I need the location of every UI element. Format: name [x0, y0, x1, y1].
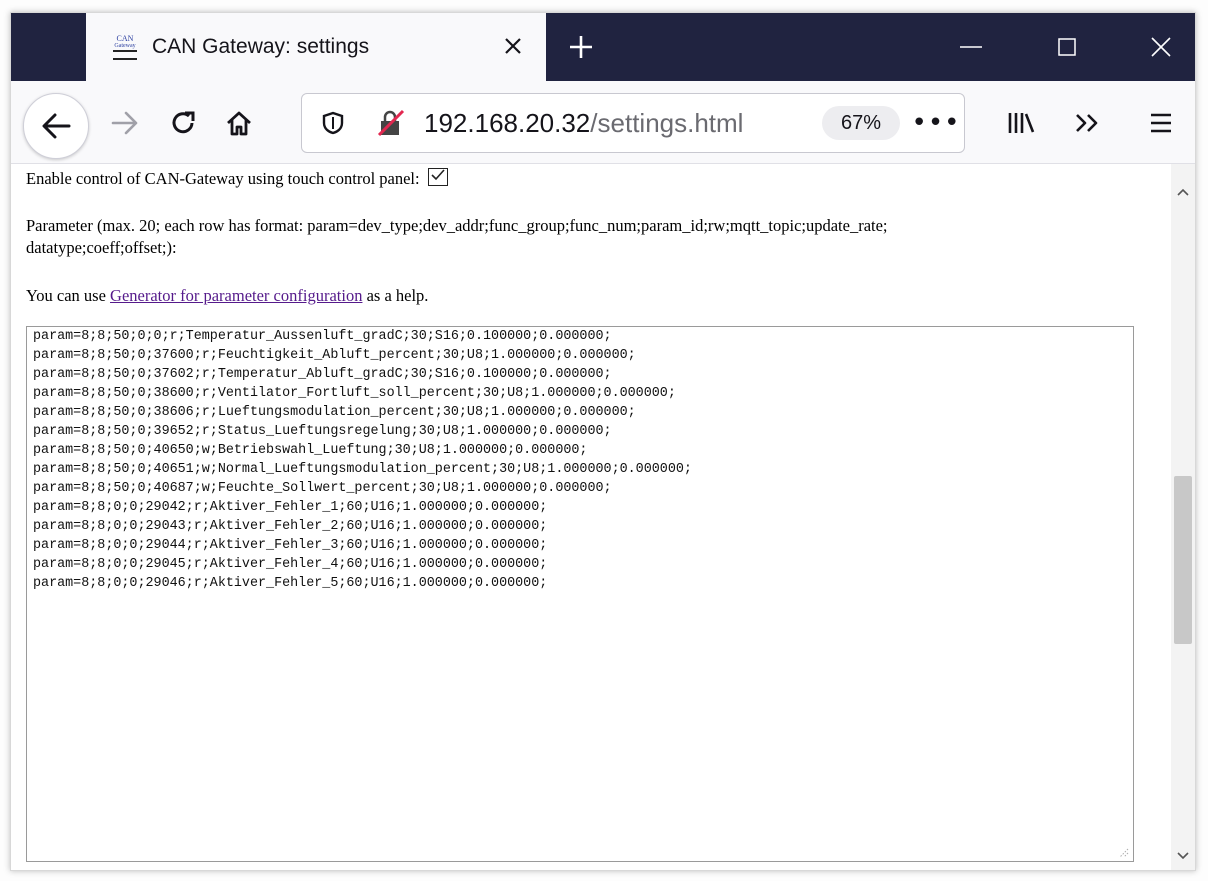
url-bar[interactable]: 192.168.20.32/settings.html 67% ••• [301, 93, 965, 153]
parameter-line: param=8;8;0;0;29045;r;Aktiver_Fehler_4;6… [33, 557, 548, 572]
close-icon[interactable] [498, 31, 528, 61]
tab-title: CAN Gateway: settings [152, 35, 370, 58]
enable-control-label: Enable control of CAN-Gateway using touc… [26, 169, 420, 188]
generator-link[interactable]: Generator for parameter configuration [110, 286, 362, 305]
page-scrollbar[interactable] [1171, 164, 1195, 870]
window-close-icon[interactable] [1131, 25, 1191, 69]
help-suffix: as a help. [362, 286, 429, 305]
url-text[interactable]: 192.168.20.32/settings.html [424, 108, 743, 139]
hamburger-menu-icon[interactable] [1141, 103, 1181, 143]
parameter-line: param=8;8;50;0;40687;w;Feuchte_Sollwert_… [33, 481, 612, 496]
zoom-badge[interactable]: 67% [822, 106, 900, 140]
parameter-description-line1: Parameter (max. 20; each row has format:… [26, 216, 888, 235]
overflow-chevrons-icon[interactable] [1067, 103, 1107, 143]
scroll-up-icon[interactable] [1175, 184, 1191, 200]
tab-favicon: CAN Gateway [110, 32, 140, 62]
maximize-icon[interactable] [1037, 25, 1097, 69]
title-bar: CAN Gateway CAN Gateway: settings [11, 13, 1195, 81]
favicon-text-bottom: Gateway [114, 42, 136, 49]
parameter-line: param=8;8;0;0;29043;r;Aktiver_Fehler_2;6… [33, 519, 548, 534]
browser-tab[interactable]: CAN Gateway CAN Gateway: settings [86, 13, 546, 81]
reload-icon[interactable] [161, 101, 205, 145]
url-path: /settings.html [590, 108, 744, 138]
url-host: 192.168.20.32 [424, 108, 591, 138]
library-icon[interactable] [1001, 103, 1041, 143]
scroll-thumb[interactable] [1174, 476, 1192, 644]
more-dots-icon[interactable]: ••• [912, 104, 960, 142]
parameter-line: param=8;8;50;0;40651;w;Normal_Lueftungsm… [33, 462, 692, 477]
parameter-line: param=8;8;50;0;40650;w;Betriebswahl_Luef… [33, 443, 588, 458]
back-arrow-icon[interactable] [23, 93, 89, 159]
resize-grip-icon[interactable] [1117, 845, 1129, 858]
home-icon[interactable] [217, 101, 261, 145]
help-text: You can use Generator for parameter conf… [26, 286, 428, 306]
insecure-lock-icon[interactable] [372, 104, 410, 142]
parameter-textarea[interactable]: param=8;8;50;0;0;r;Temperatur_Aussenluft… [26, 326, 1134, 862]
scroll-down-icon[interactable] [1175, 848, 1191, 864]
forward-arrow-icon[interactable] [103, 101, 147, 145]
parameter-line: param=8;8;50;0;37600;r;Feuchtigkeit_Ablu… [33, 348, 636, 363]
parameter-line: param=8;8;50;0;0;r;Temperatur_Aussenluft… [33, 329, 612, 344]
parameter-line: param=8;8;50;0;39652;r;Status_Lueftungsr… [33, 424, 612, 439]
enable-control-checkbox[interactable] [427, 168, 448, 186]
help-prefix: You can use [26, 286, 111, 305]
page-content: Enable control of CAN-Gateway using touc… [11, 164, 1171, 870]
shield-icon[interactable] [316, 106, 350, 140]
favicon-text-top: CAN [116, 33, 134, 43]
minimize-icon[interactable] [941, 25, 1001, 69]
parameter-line: param=8;8;0;0;29046;r;Aktiver_Fehler_5;6… [33, 576, 548, 591]
enable-control-row: Enable control of CAN-Gateway using touc… [26, 168, 448, 189]
navigation-bar: 192.168.20.32/settings.html 67% ••• [11, 81, 1195, 164]
parameter-description-line2: datatype;coeff;offset;): [26, 238, 177, 257]
parameter-line: param=8;8;50;0;38600;r;Ventilator_Fortlu… [33, 386, 676, 401]
parameter-line: param=8;8;0;0;29042;r;Aktiver_Fehler_1;6… [33, 500, 548, 515]
parameter-line: param=8;8;50;0;37602;r;Temperatur_Abluft… [33, 367, 612, 382]
parameter-line: param=8;8;0;0;29044;r;Aktiver_Fehler_3;6… [33, 538, 548, 553]
parameter-line: param=8;8;50;0;38606;r;Lueftungsmodulati… [33, 405, 636, 420]
plus-icon[interactable] [559, 25, 603, 69]
browser-window: CAN Gateway CAN Gateway: settings 192.16… [10, 12, 1196, 871]
